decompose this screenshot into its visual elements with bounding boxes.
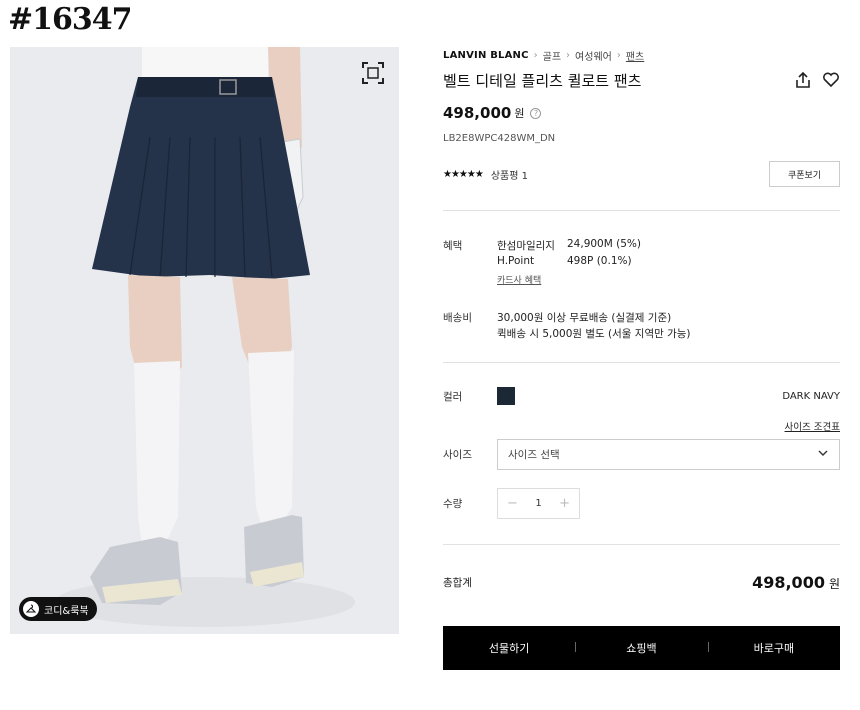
quantity-label: 수량	[443, 498, 463, 510]
size-option: 사이즈 사이즈 선택	[443, 439, 840, 470]
total-label: 총합계	[443, 576, 472, 589]
minus-icon[interactable]: −	[507, 496, 518, 511]
size-select-value: 사이즈 선택	[508, 449, 560, 461]
shipping-quick-text: 퀵배송 시 5,000원 별도 (서울 지역만 가능)	[497, 328, 691, 340]
chevron-right-icon: ›	[566, 49, 571, 61]
mileage-name: 한섬마일리지	[497, 240, 555, 252]
hpoint-name: H.Point	[497, 255, 535, 267]
expand-icon[interactable]	[361, 61, 385, 85]
size-select[interactable]: 사이즈 선택	[497, 439, 840, 470]
quantity-stepper: − 1 +	[497, 488, 580, 519]
mileage-value: 24,900M (5%)	[567, 238, 641, 250]
shipping-label: 배송비	[443, 312, 472, 324]
benefit-section: 혜택 한섬마일리지 24,900M (5%) H.Point 498P (0.1…	[443, 238, 840, 286]
product-title: 벨트 디테일 플리츠 퀼로트 팬츠	[443, 71, 642, 90]
color-name: DARK NAVY	[782, 390, 840, 402]
shipping-free-text: 30,000원 이상 무료배송 (실결제 기준)	[497, 312, 672, 324]
breadcrumb-item-pants[interactable]: 팬츠	[626, 48, 644, 63]
lookbook-label: 코디&룩북	[44, 605, 89, 617]
total-price: 498,000	[752, 572, 825, 592]
watermark-id: #16347	[8, 2, 133, 37]
hpoint-value: 498P (0.1%)	[567, 255, 632, 267]
size-guide-link[interactable]: 사이즈 조견표	[443, 419, 840, 433]
size-label: 사이즈	[443, 449, 472, 461]
product-sku: LB2E8WPC428WM_DN	[443, 133, 556, 144]
gift-button[interactable]: 선물하기	[443, 640, 575, 656]
product-photo	[10, 47, 399, 634]
info-icon[interactable]: ?	[530, 107, 542, 119]
purchase-bar: 선물하기 쇼핑백 바로구매	[443, 626, 840, 670]
breadcrumb: LANVIN BLANC › 골프 › 여성웨어 › 팬츠	[443, 46, 840, 64]
plus-icon[interactable]: +	[559, 496, 570, 511]
breadcrumb-item-golf[interactable]: 골프	[543, 48, 561, 63]
color-option: 컬러 DARK NAVY	[443, 386, 840, 406]
chevron-right-icon: ›	[533, 49, 538, 61]
total-row: 총합계 498,000 원	[443, 570, 840, 594]
heart-icon[interactable]	[822, 71, 840, 89]
chevron-down-icon	[817, 447, 829, 462]
breadcrumb-item-womenswear[interactable]: 여성웨어	[575, 48, 612, 63]
benefit-label: 혜택	[443, 240, 463, 252]
card-benefit-link[interactable]: 카드사 혜택	[497, 273, 541, 286]
shipping-section: 배송비 30,000원 이상 무료배송 (실결제 기준) 퀵배송 시 5,000…	[443, 310, 840, 342]
price-currency: 원	[514, 107, 525, 120]
shopping-bag-button[interactable]: 쇼핑백	[575, 640, 707, 656]
product-price: 498,000	[443, 104, 512, 122]
share-icon[interactable]	[794, 71, 812, 89]
divider	[443, 544, 840, 545]
buy-now-button[interactable]: 바로구매	[707, 640, 840, 656]
breadcrumb-brand[interactable]: LANVIN BLANC	[443, 50, 529, 61]
divider	[443, 210, 840, 211]
coupon-button[interactable]: 쿠폰보기	[769, 161, 840, 187]
quantity-value[interactable]: 1	[535, 498, 541, 509]
product-image: 코디&룩북	[10, 47, 399, 634]
rating-stars: ★★★★★	[443, 168, 484, 180]
lookbook-button[interactable]: 코디&룩북	[19, 597, 97, 621]
review-count[interactable]: 상품평 1	[491, 167, 528, 182]
color-swatch-dark-navy[interactable]	[497, 387, 515, 405]
total-currency: 원	[828, 576, 840, 591]
color-label: 컬러	[443, 390, 463, 403]
divider	[443, 362, 840, 363]
quantity-option: 수량 − 1 +	[443, 488, 840, 519]
hanger-icon	[23, 601, 39, 617]
chevron-right-icon: ›	[616, 49, 621, 61]
product-info-panel: LANVIN BLANC › 골프 › 여성웨어 › 팬츠 벨트 디테일 플리츠…	[443, 46, 840, 594]
